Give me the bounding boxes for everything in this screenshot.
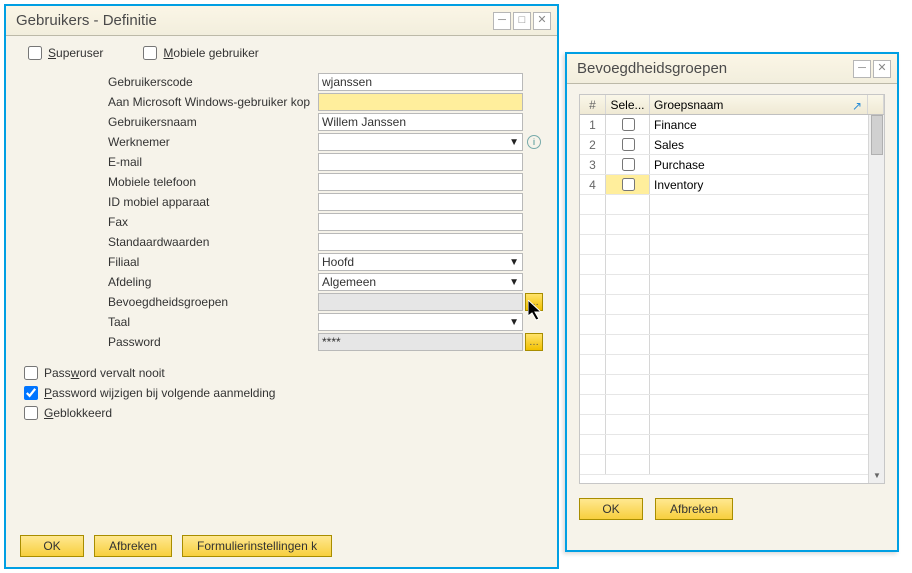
close-button[interactable]: ✕	[533, 12, 551, 30]
expand-link-icon[interactable]: ↗	[852, 99, 862, 113]
mobile-device-id-field[interactable]	[318, 193, 523, 211]
scrollbar[interactable]: ▲ ▼	[868, 115, 884, 483]
auth-groups-grid: ↗ # Sele... Groepsnaam 1 Finance 2 Sales	[579, 94, 885, 484]
chevron-down-icon: ▼	[509, 277, 519, 288]
defaults-label: Standaardwaarden	[108, 235, 318, 249]
maximize-button[interactable]: □	[513, 12, 531, 30]
popup-window-controls: ─ ✕	[853, 60, 891, 78]
chevron-down-icon: ▼	[509, 257, 519, 268]
branch-dropdown[interactable]: Hoofd▼	[318, 253, 523, 271]
top-checkboxes: Superuser Mobiele gebruiker	[28, 46, 543, 60]
col-scroll-spacer	[868, 95, 884, 114]
row-select-checkbox[interactable]	[622, 178, 635, 191]
password-label: Password	[108, 335, 318, 349]
popup-close-button[interactable]: ✕	[873, 60, 891, 78]
auth-groups-field	[318, 293, 523, 311]
chevron-down-icon: ▼	[509, 137, 519, 148]
user-definition-window: Gebruikers - Definitie ─ □ ✕ Superuser M…	[4, 4, 559, 569]
mobile-phone-field[interactable]	[318, 173, 523, 191]
popup-titlebar: Bevoegdheidsgroepen ─ ✕	[567, 54, 897, 84]
col-groupname-header[interactable]: Groepsnaam	[650, 95, 868, 114]
email-label: E-mail	[108, 155, 318, 169]
blocked-checkbox[interactable]	[24, 406, 38, 420]
language-dropdown[interactable]: ▼	[318, 313, 523, 331]
popup-minimize-button[interactable]: ─	[853, 60, 871, 78]
auth-groups-label: Bevoegdheidsgroepen	[108, 295, 318, 309]
bottom-checkboxes: Password vervalt nooit Password wijzigen…	[24, 366, 543, 420]
grid-header: # Sele... Groepsnaam	[580, 95, 884, 115]
superuser-checkbox-row: Superuser	[28, 46, 103, 60]
titlebar: Gebruikers - Definitie ─ □ ✕	[6, 6, 557, 36]
user-code-field[interactable]: wjanssen	[318, 73, 523, 91]
mobile-device-id-label: ID mobiel apparaat	[108, 195, 318, 209]
windows-user-label: Aan Microsoft Windows-gebruiker kop	[108, 95, 318, 109]
ok-button[interactable]: OK	[20, 535, 84, 557]
employee-dropdown[interactable]: ▼	[318, 133, 523, 151]
user-form: Gebruikerscode wjanssen Aan Microsoft Wi…	[108, 72, 543, 352]
user-code-label: Gebruikerscode	[108, 75, 318, 89]
superuser-label: Superuser	[48, 46, 103, 60]
grid-row[interactable]: 4 Inventory	[580, 175, 884, 195]
cancel-button[interactable]: Afbreken	[94, 535, 172, 557]
popup-buttons: OK Afbreken	[579, 498, 885, 520]
password-never-expires-checkbox[interactable]	[24, 366, 38, 380]
row-select-checkbox[interactable]	[622, 118, 635, 131]
password-never-expires-label: Password vervalt nooit	[44, 366, 165, 380]
password-field: ****	[318, 333, 523, 351]
popup-cancel-button[interactable]: Afbreken	[655, 498, 733, 520]
windows-user-field[interactable]	[318, 93, 523, 111]
mobile-user-checkbox-row: Mobiele gebruiker	[143, 46, 258, 60]
window-title: Gebruikers - Definitie	[16, 12, 493, 29]
email-field[interactable]	[318, 153, 523, 171]
grid-row[interactable]: 2 Sales	[580, 135, 884, 155]
chevron-down-icon: ▼	[509, 317, 519, 328]
superuser-checkbox[interactable]	[28, 46, 42, 60]
grid-body: 1 Finance 2 Sales 3 Purchase 4 I	[580, 115, 884, 483]
main-buttons: OK Afbreken Formulierinstellingen k	[20, 535, 332, 557]
popup-ok-button[interactable]: OK	[579, 498, 643, 520]
password-browse-button[interactable]: …	[525, 333, 543, 351]
window-body: Superuser Mobiele gebruiker Gebruikersco…	[6, 36, 557, 430]
row-select-checkbox[interactable]	[622, 138, 635, 151]
col-select-header[interactable]: Sele...	[606, 95, 650, 114]
scroll-thumb[interactable]	[871, 115, 883, 155]
window-controls: ─ □ ✕	[493, 12, 551, 30]
row-select-checkbox[interactable]	[622, 158, 635, 171]
department-label: Afdeling	[108, 275, 318, 289]
grid-row[interactable]: 3 Purchase	[580, 155, 884, 175]
branch-label: Filiaal	[108, 255, 318, 269]
popup-body: ↗ # Sele... Groepsnaam 1 Finance 2 Sales	[567, 84, 897, 530]
username-label: Gebruikersnaam	[108, 115, 318, 129]
auth-groups-window: Bevoegdheidsgroepen ─ ✕ ↗ # Sele... Groe…	[565, 52, 899, 552]
mobile-phone-label: Mobiele telefoon	[108, 175, 318, 189]
username-field[interactable]: Willem Janssen	[318, 113, 523, 131]
language-label: Taal	[108, 315, 318, 329]
popup-title: Bevoegdheidsgroepen	[577, 60, 853, 77]
fax-field[interactable]	[318, 213, 523, 231]
auth-groups-browse-button[interactable]: …	[525, 293, 543, 311]
blocked-label: Geblokkeerd	[44, 406, 112, 420]
grid-row[interactable]: 1 Finance	[580, 115, 884, 135]
change-password-next-label: Password wijzigen bij volgende aanmeldin…	[44, 386, 275, 400]
department-dropdown[interactable]: Algemeen▼	[318, 273, 523, 291]
mobile-user-checkbox[interactable]	[143, 46, 157, 60]
minimize-button[interactable]: ─	[493, 12, 511, 30]
mobile-user-label: Mobiele gebruiker	[163, 46, 258, 60]
col-number-header[interactable]: #	[580, 95, 606, 114]
info-icon[interactable]: i	[527, 135, 541, 149]
change-password-next-checkbox[interactable]	[24, 386, 38, 400]
scroll-down-icon[interactable]: ▼	[869, 467, 885, 483]
employee-label: Werknemer	[108, 135, 318, 149]
defaults-field[interactable]	[318, 233, 523, 251]
fax-label: Fax	[108, 215, 318, 229]
form-settings-button[interactable]: Formulierinstellingen k	[182, 535, 332, 557]
